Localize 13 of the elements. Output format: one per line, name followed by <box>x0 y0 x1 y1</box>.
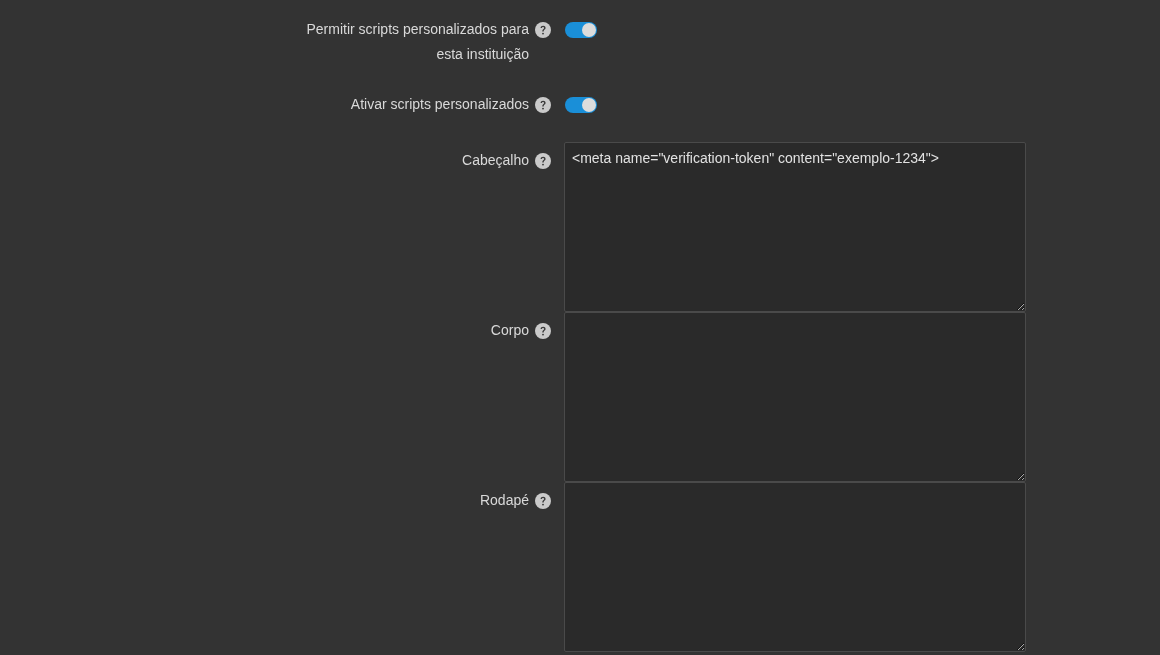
code-textarea[interactable]: <meta name="verification-token" content="exemplo-1234"> <box>564 142 1026 312</box>
help-icon[interactable] <box>535 21 551 38</box>
setting-label: Cabeçalho <box>462 151 529 170</box>
help-icon[interactable] <box>535 322 551 339</box>
setting-label: Ativar scripts personalizados <box>350 95 529 114</box>
help-icon[interactable] <box>535 492 551 509</box>
setting-label: Corpo <box>490 321 529 340</box>
toggle-switch[interactable] <box>565 22 597 38</box>
help-icon[interactable] <box>535 152 551 169</box>
help-icon[interactable] <box>535 96 551 113</box>
setting-label: Permitir scripts personalizados para esta instituição <box>305 20 529 64</box>
toggle-switch[interactable] <box>565 97 597 113</box>
setting-label: Rodapé <box>479 491 529 510</box>
